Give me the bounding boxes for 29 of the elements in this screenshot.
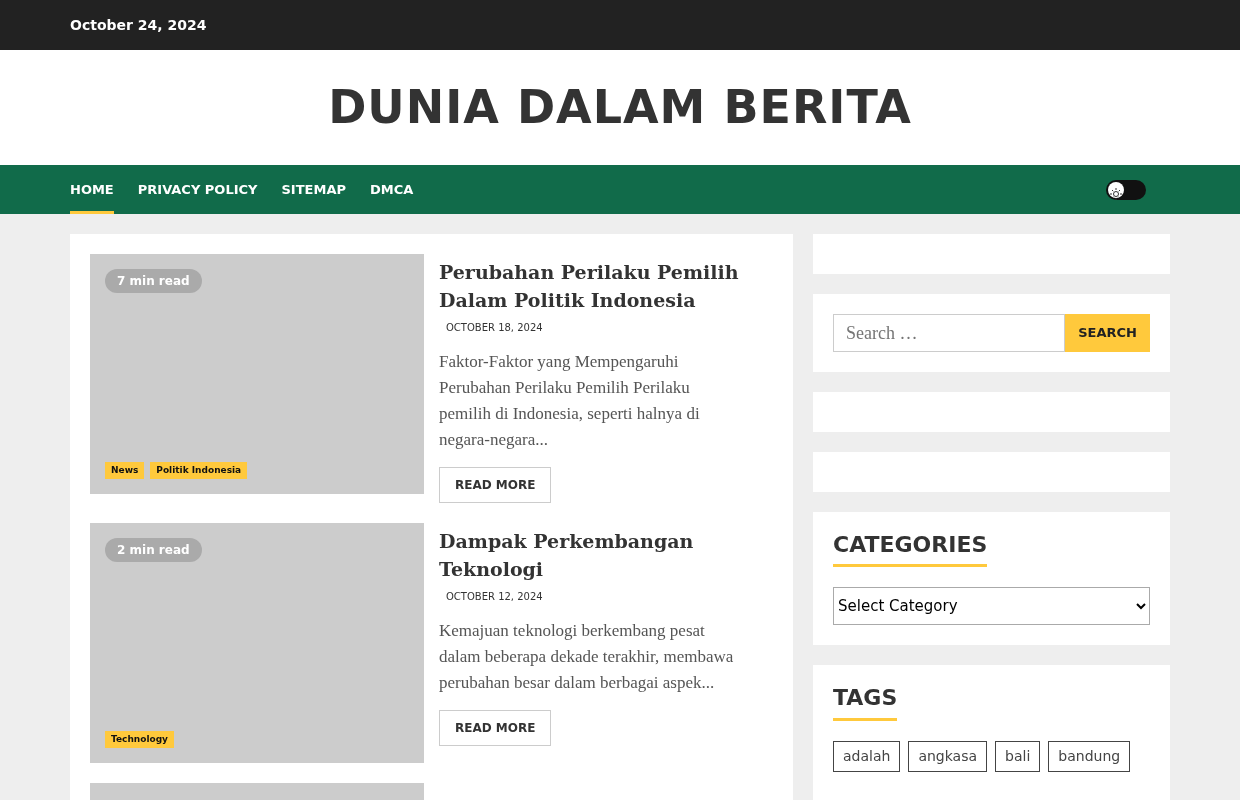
article-title[interactable]: Perubahan Perilaku Pemilih Dalam Politik Indonesia [439,258,773,314]
top-bar-date: October 24, 2024 [70,15,207,35]
nav-link[interactable]: DMCA [370,165,414,214]
article-date: OCTOBER 18, 2024 [446,321,544,335]
tag-link[interactable]: bandung [1048,740,1131,772]
nav-link[interactable]: HOME [70,165,114,214]
category-tag[interactable]: Politik Indonesia [150,461,248,479]
tag-link[interactable]: angkasa [908,740,988,772]
read-time-badge: 7 min read [105,269,202,293]
read-time-badge: 2 min read [105,538,202,562]
nav-link[interactable]: SITEMAP [281,165,346,214]
article-excerpt: Faktor-Faktor yang Mempengaruhi Perubahan Perilaku Pemilih Perilaku pemilih di Indonesia, seperti halnya di negara-negara... [439,351,701,451]
read-more-button[interactable]: READ MORE [439,467,552,503]
widget-heading: TAGS [833,685,898,721]
category-tag[interactable]: News [105,461,145,479]
search-field[interactable]: Search … [833,314,1066,352]
tag-link[interactable]: adalah [833,740,901,772]
nav-link[interactable]: PRIVACY POLICY [137,165,258,214]
read-more-button[interactable]: READ MORE [439,710,552,746]
category-select[interactable]: Select Category [833,587,1150,626]
category-tag[interactable]: Technology [105,730,174,748]
article-date: OCTOBER 12, 2024 [446,590,544,604]
article-excerpt: Kemajuan teknologi berkembang pesat dalam beberapa dekade terakhir, membawa perubahan besar dalam berbagai aspek... [439,620,735,694]
theme-toggle[interactable] [1106,179,1146,200]
tag-link[interactable]: bali [995,740,1041,772]
sun-icon [1108,186,1124,202]
search-button[interactable]: SEARCH [1065,314,1150,352]
article-title[interactable]: Dampak Perkembangan Teknologi [439,527,773,583]
widget-heading: CATEGORIES [833,532,988,568]
